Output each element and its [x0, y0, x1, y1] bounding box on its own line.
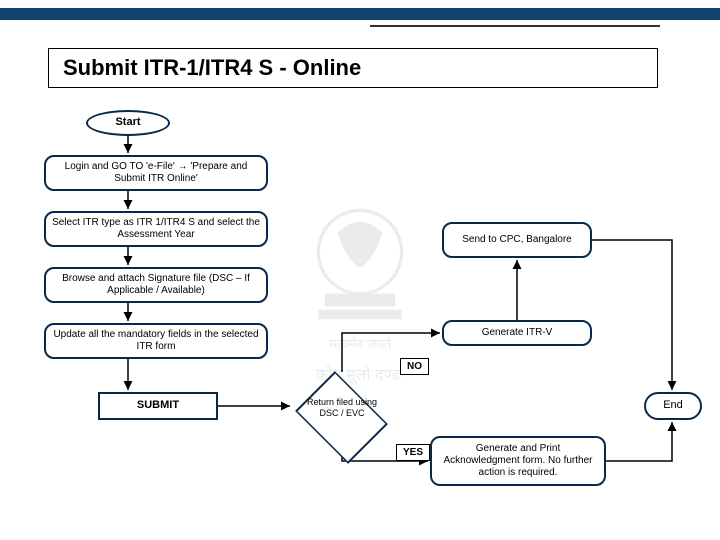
start-node: Start — [86, 110, 170, 136]
branch-yes: YES — [396, 444, 430, 461]
header-band — [0, 8, 720, 20]
step-send-cpc: Send to CPC, Bangalore — [442, 222, 592, 258]
step-print-ack: Generate and Print Acknowledgment form. … — [430, 436, 606, 486]
branch-no: NO — [400, 358, 429, 375]
step-update-fields: Update all the mandatory fields in the s… — [44, 323, 268, 359]
decision-dsc-evc: Return filed using DSC / EVC — [292, 370, 392, 445]
step-generate-itrv: Generate ITR-V — [442, 320, 592, 346]
submit-node: SUBMIT — [98, 392, 218, 420]
header-rule — [370, 25, 660, 27]
step-attach-dsc: Browse and attach Signature file (DSC – … — [44, 267, 268, 303]
page-title: Submit ITR-1/ITR4 S - Online — [48, 48, 658, 88]
end-node: End — [644, 392, 702, 420]
svg-text:सत्यमेव जयते: सत्यमेव जयते — [329, 336, 392, 351]
decision-label: Return filed using DSC / EVC — [292, 370, 392, 445]
step-select-itr: Select ITR type as ITR 1/ITR4 S and sele… — [44, 211, 268, 247]
step-login: Login and GO TO 'e-File' → 'Prepare and … — [44, 155, 268, 191]
